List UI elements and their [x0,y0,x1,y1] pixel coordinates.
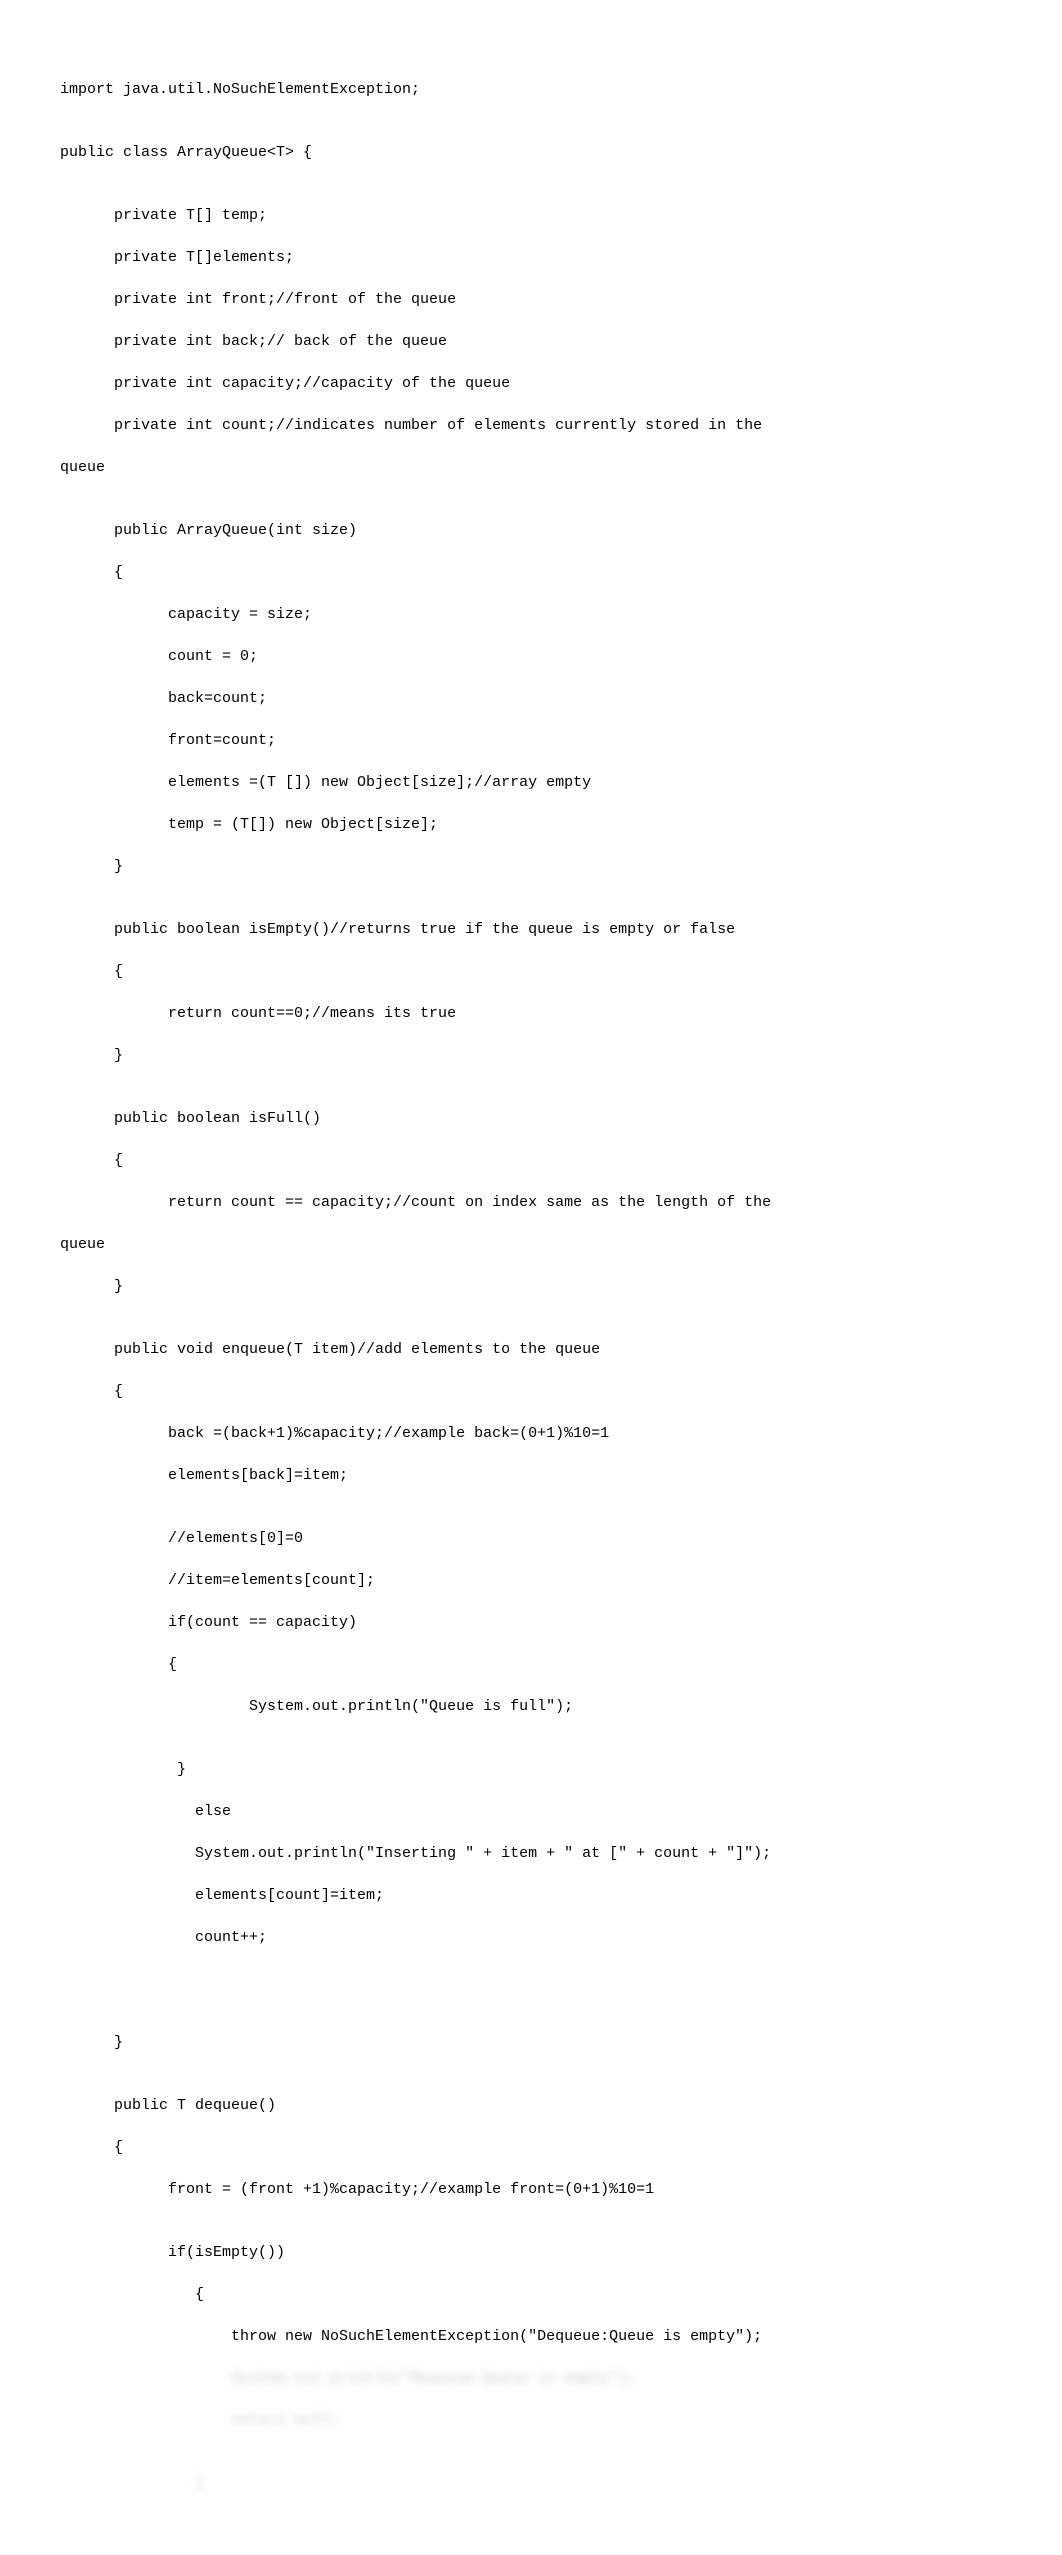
code-line: temp = (T[]) new Object[size]; [60,814,1002,835]
code-line: private int back;// back of the queue [60,331,1002,352]
blurred-code-line: System.out.println("Dequeue:Queue is emp… [60,2368,1002,2389]
code-line: queue [60,1234,1002,1255]
code-line: } [60,1045,1002,1066]
code-line: back=count; [60,688,1002,709]
code-line: if(isEmpty()) [60,2242,1002,2263]
code-line: { [60,1150,1002,1171]
code-line: capacity = size; [60,604,1002,625]
code-line: } [60,2032,1002,2053]
code-line: { [60,2284,1002,2305]
code-line: import java.util.NoSuchElementException; [60,79,1002,100]
code-line: return count==0;//means its true [60,1003,1002,1024]
code-line: System.out.println("Inserting " + item +… [60,1843,1002,1864]
code-line: public class ArrayQueue<T> { [60,142,1002,163]
code-line: elements[back]=item; [60,1465,1002,1486]
code-line: } [60,1759,1002,1780]
code-line: private int count;//indicates number of … [60,415,1002,436]
code-line: public T dequeue() [60,2095,1002,2116]
code-line: public ArrayQueue(int size) [60,520,1002,541]
code-line: front=count; [60,730,1002,751]
code-line: private T[]elements; [60,247,1002,268]
code-line: //item=elements[count]; [60,1570,1002,1591]
code-line: //elements[0]=0 [60,1528,1002,1549]
code-line: } [60,856,1002,877]
code-line: if(count == capacity) [60,1612,1002,1633]
code-line: elements[count]=item; [60,1885,1002,1906]
code-line: public boolean isEmpty()//returns true i… [60,919,1002,940]
code-line: public void enqueue(T item)//add element… [60,1339,1002,1360]
code-line: throw new NoSuchElementException("Dequeu… [60,2326,1002,2347]
document-page: import java.util.NoSuchElementException;… [0,0,1062,2555]
code-line: count = 0; [60,646,1002,667]
code-line: count++; [60,1927,1002,1948]
code-line: { [60,961,1002,982]
code-line: elements =(T []) new Object[size];//arra… [60,772,1002,793]
code-line: { [60,2137,1002,2158]
code-line: private int capacity;//capacity of the q… [60,373,1002,394]
blurred-code-line: } [60,2473,1002,2494]
code-line: private T[] temp; [60,205,1002,226]
code-line: { [60,1654,1002,1675]
code-line: } [60,1276,1002,1297]
code-line: { [60,1381,1002,1402]
blurred-code-line: return null; [60,2410,1002,2431]
code-line: front = (front +1)%capacity;//example fr… [60,2179,1002,2200]
code-line: private int front;//front of the queue [60,289,1002,310]
code-line: return count == capacity;//count on inde… [60,1192,1002,1213]
code-line: public boolean isFull() [60,1108,1002,1129]
code-line: else [60,1801,1002,1822]
code-line: queue [60,457,1002,478]
code-line: { [60,562,1002,583]
code-line: System.out.println("Queue is full"); [60,1696,1002,1717]
code-line: back =(back+1)%capacity;//example back=(… [60,1423,1002,1444]
